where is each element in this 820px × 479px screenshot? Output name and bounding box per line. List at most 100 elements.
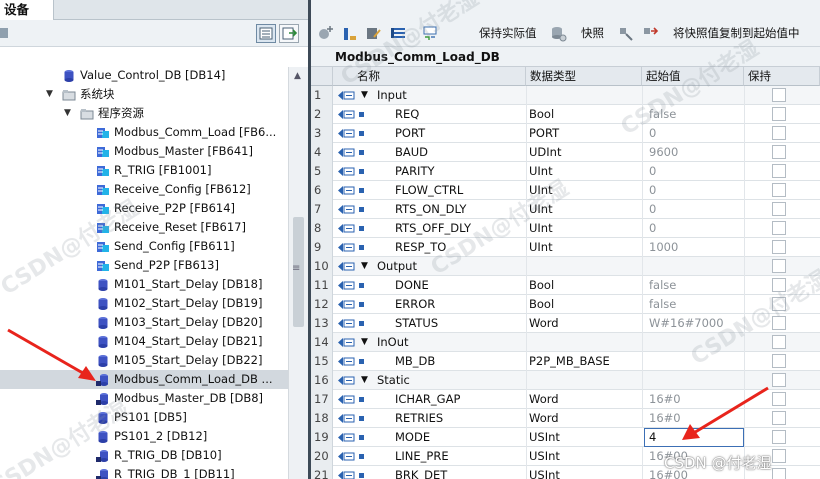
tree-item[interactable]: R_TRIG_DB_1 [DB11] (0, 465, 288, 479)
retain-checkbox[interactable] (772, 126, 786, 140)
add-row-icon[interactable] (365, 25, 383, 42)
header-datatype[interactable]: 数据类型 (526, 67, 642, 86)
param-start-value[interactable]: 0 (642, 181, 744, 200)
tree-item[interactable]: M105_Start_Delay [DB22] (0, 351, 288, 370)
retain-checkbox[interactable] (772, 449, 786, 463)
retain-checkbox[interactable] (772, 335, 786, 349)
header-retain[interactable]: 保持 (744, 67, 820, 86)
tree-item[interactable]: PS101 [DB5] (0, 408, 288, 427)
param-name[interactable]: ICHAR_GAP (395, 390, 525, 409)
tool-icon[interactable] (0, 26, 10, 40)
table-row[interactable]: 7 RTS_ON_DLY UInt 0 (311, 200, 820, 219)
collapse-caret-icon[interactable]: ▼ (361, 371, 368, 390)
tree-item[interactable]: Send_P2P [FB613] (0, 256, 288, 275)
tree-item[interactable]: Modbus_Comm_Load [FB6... (0, 123, 288, 142)
retain-checkbox[interactable] (772, 164, 786, 178)
scroll-up-icon[interactable]: ▲ (294, 71, 301, 81)
param-name[interactable]: BRK_DET (395, 466, 525, 479)
param-name[interactable]: MB_DB (395, 352, 525, 371)
param-datatype[interactable] (526, 86, 642, 105)
table-view-icon[interactable] (389, 25, 407, 42)
param-start-value[interactable] (642, 371, 744, 390)
collapse-caret-icon[interactable]: ▼ (361, 86, 368, 105)
retain-checkbox[interactable] (772, 373, 786, 387)
expand-all-icon[interactable] (317, 25, 335, 42)
param-name[interactable]: ERROR (395, 295, 525, 314)
collapse-caret-icon[interactable]: ▼ (361, 257, 368, 276)
start-value-input[interactable]: 4 (644, 428, 744, 447)
param-datatype[interactable]: Bool (526, 295, 642, 314)
table-row[interactable]: 2 REQ Bool false (311, 105, 820, 124)
table-row[interactable]: 5 PARITY UInt 0 (311, 162, 820, 181)
param-datatype[interactable]: P2P_MB_BASE (526, 352, 642, 371)
param-name[interactable]: FLOW_CTRL (395, 181, 525, 200)
param-name[interactable]: PORT (395, 124, 525, 143)
param-name[interactable]: PARITY (395, 162, 525, 181)
tree-item[interactable]: ▼ 系统块 (0, 85, 288, 104)
retain-checkbox[interactable] (772, 468, 786, 479)
param-name[interactable]: RETRIES (395, 409, 525, 428)
param-datatype[interactable]: Word (526, 390, 642, 409)
table-row[interactable]: 18 RETRIES Word 16#0 (311, 409, 820, 428)
table-row[interactable]: 16 ▼ Static (311, 371, 820, 390)
param-datatype[interactable]: USInt (526, 466, 642, 479)
param-datatype[interactable]: UInt (526, 238, 642, 257)
param-start-value[interactable]: 1000 (642, 238, 744, 257)
param-datatype[interactable]: USInt (526, 447, 642, 466)
param-name[interactable]: InOut (377, 333, 525, 352)
param-start-value[interactable] (642, 86, 744, 105)
param-name[interactable]: BAUD (395, 143, 525, 162)
param-datatype[interactable]: UInt (526, 181, 642, 200)
table-row[interactable]: 15 MB_DB P2P_MB_BASE (311, 352, 820, 371)
snapshot-to-start-icon[interactable] (617, 25, 635, 42)
param-datatype[interactable] (526, 371, 642, 390)
tree-item[interactable]: Receive_Config [FB612] (0, 180, 288, 199)
table-row[interactable]: 11 DONE Bool false (311, 276, 820, 295)
param-start-value[interactable]: false (642, 105, 744, 124)
param-start-value[interactable]: false (642, 295, 744, 314)
param-datatype[interactable]: Bool (526, 276, 642, 295)
table-row[interactable]: 8 RTS_OFF_DLY UInt 0 (311, 219, 820, 238)
table-row[interactable]: 14 ▼ InOut (311, 333, 820, 352)
param-datatype[interactable]: UInt (526, 200, 642, 219)
tree-item[interactable]: Value_Control_DB [DB14] (0, 66, 288, 85)
table-row[interactable]: 4 BAUD UDInt 9600 (311, 143, 820, 162)
tree-item[interactable]: R_TRIG_DB [DB10] (0, 446, 288, 465)
param-datatype[interactable]: Bool (526, 105, 642, 124)
param-start-value[interactable]: 9600 (642, 143, 744, 162)
monitor-icon[interactable] (421, 25, 439, 42)
expand-caret-icon[interactable]: ▼ (46, 85, 53, 104)
keep-actual-values-button[interactable]: 保持实际值 (479, 26, 537, 41)
overview-view-button[interactable] (256, 24, 276, 43)
param-name[interactable]: RTS_OFF_DLY (395, 219, 525, 238)
retain-checkbox[interactable] (772, 183, 786, 197)
param-start-value[interactable] (642, 352, 744, 371)
param-name[interactable]: Output (377, 257, 525, 276)
retain-checkbox[interactable] (772, 354, 786, 368)
retain-checkbox[interactable] (772, 88, 786, 102)
header-name[interactable]: 名称 (333, 67, 526, 86)
param-datatype[interactable]: PORT (526, 124, 642, 143)
tree-item[interactable]: Modbus_Master [FB641] (0, 142, 288, 161)
table-row[interactable]: 17 ICHAR_GAP Word 16#0 (311, 390, 820, 409)
snapshot-button[interactable]: 快照 (581, 26, 604, 41)
param-name[interactable]: REQ (395, 105, 525, 124)
param-name[interactable]: MODE (395, 428, 525, 447)
param-name[interactable]: STATUS (395, 314, 525, 333)
tree-item[interactable]: Receive_Reset [FB617] (0, 218, 288, 237)
retain-checkbox[interactable] (772, 411, 786, 425)
tab-devices[interactable]: 设备 (0, 0, 54, 20)
tree-item[interactable]: Modbus_Master_DB [DB8] (0, 389, 288, 408)
retain-checkbox[interactable] (772, 430, 786, 444)
param-start-value[interactable]: 0 (642, 219, 744, 238)
param-start-value[interactable]: 0 (642, 124, 744, 143)
retain-checkbox[interactable] (772, 259, 786, 273)
retain-checkbox[interactable] (772, 392, 786, 406)
param-datatype[interactable]: USInt (526, 428, 642, 447)
header-start-value[interactable]: 起始值 (642, 67, 744, 86)
insert-row-icon[interactable] (341, 25, 359, 42)
expand-caret-icon[interactable]: ▼ (64, 104, 71, 123)
copy-snapshot-to-start-button[interactable]: 将快照值复制到起始值中 (673, 26, 800, 41)
param-datatype[interactable]: UInt (526, 162, 642, 181)
param-start-value[interactable]: 16#0 (642, 390, 744, 409)
